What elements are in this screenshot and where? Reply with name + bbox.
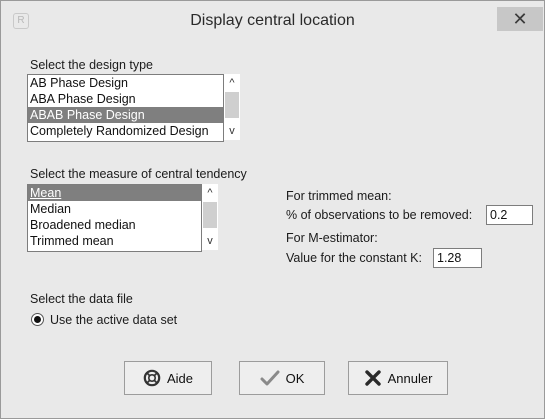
checkmark-icon: [260, 370, 280, 386]
design-type-label: Select the design type: [30, 58, 153, 72]
scroll-up-icon[interactable]: ^: [202, 186, 218, 200]
measure-listbox[interactable]: Mean Median Broadened median Trimmed mea…: [27, 184, 202, 252]
x-icon: [364, 370, 381, 386]
list-item[interactable]: Median: [28, 201, 201, 217]
active-data-radio[interactable]: [31, 313, 44, 326]
active-data-label[interactable]: Use the active data set: [50, 313, 177, 327]
radio-dot: [34, 316, 41, 323]
dialog-window: R Display central location ✕ Select the …: [0, 0, 545, 419]
trimmed-mean-heading: For trimmed mean:: [286, 189, 392, 203]
m-estimator-heading: For M-estimator:: [286, 231, 378, 245]
scroll-thumb[interactable]: [203, 202, 217, 228]
measure-label: Select the measure of central tendency: [30, 167, 247, 181]
cancel-button[interactable]: Annuler: [348, 361, 448, 395]
trim-percent-input[interactable]: [486, 205, 533, 225]
list-item[interactable]: ABA Phase Design: [28, 91, 223, 107]
list-item[interactable]: Trimmed mean: [28, 233, 201, 249]
list-item-selected[interactable]: ABAB Phase Design: [28, 107, 223, 123]
scroll-down-icon[interactable]: v: [202, 234, 218, 248]
constant-k-input[interactable]: [433, 248, 482, 268]
cancel-button-label: Annuler: [387, 370, 433, 386]
design-type-listbox[interactable]: AB Phase Design ABA Phase Design ABAB Ph…: [27, 74, 224, 142]
constant-k-label: Value for the constant K:: [286, 251, 422, 265]
data-file-label: Select the data file: [30, 292, 133, 306]
list-item[interactable]: AB Phase Design: [28, 75, 223, 91]
scroll-up-icon[interactable]: ^: [224, 76, 240, 90]
help-button[interactable]: Aide: [124, 361, 212, 395]
ok-button[interactable]: OK: [239, 361, 325, 395]
scroll-thumb[interactable]: [225, 92, 239, 118]
list-item[interactable]: Completely Randomized Design: [28, 123, 223, 139]
help-button-label: Aide: [166, 370, 194, 386]
close-button[interactable]: ✕: [497, 7, 543, 31]
list-item-selected[interactable]: Mean: [28, 185, 201, 201]
design-type-scrollbar[interactable]: ^ v: [224, 74, 240, 140]
window-title: Display central location: [190, 12, 355, 29]
measure-scrollbar[interactable]: ^ v: [202, 184, 218, 250]
lifebuoy-icon: [143, 369, 161, 387]
trim-percent-label: % of observations to be removed:: [286, 208, 473, 222]
list-item[interactable]: Broadened median: [28, 217, 201, 233]
ok-button-label: OK: [285, 370, 305, 386]
title-bar: R Display central location ✕: [1, 1, 544, 41]
scroll-down-icon[interactable]: v: [224, 124, 240, 138]
